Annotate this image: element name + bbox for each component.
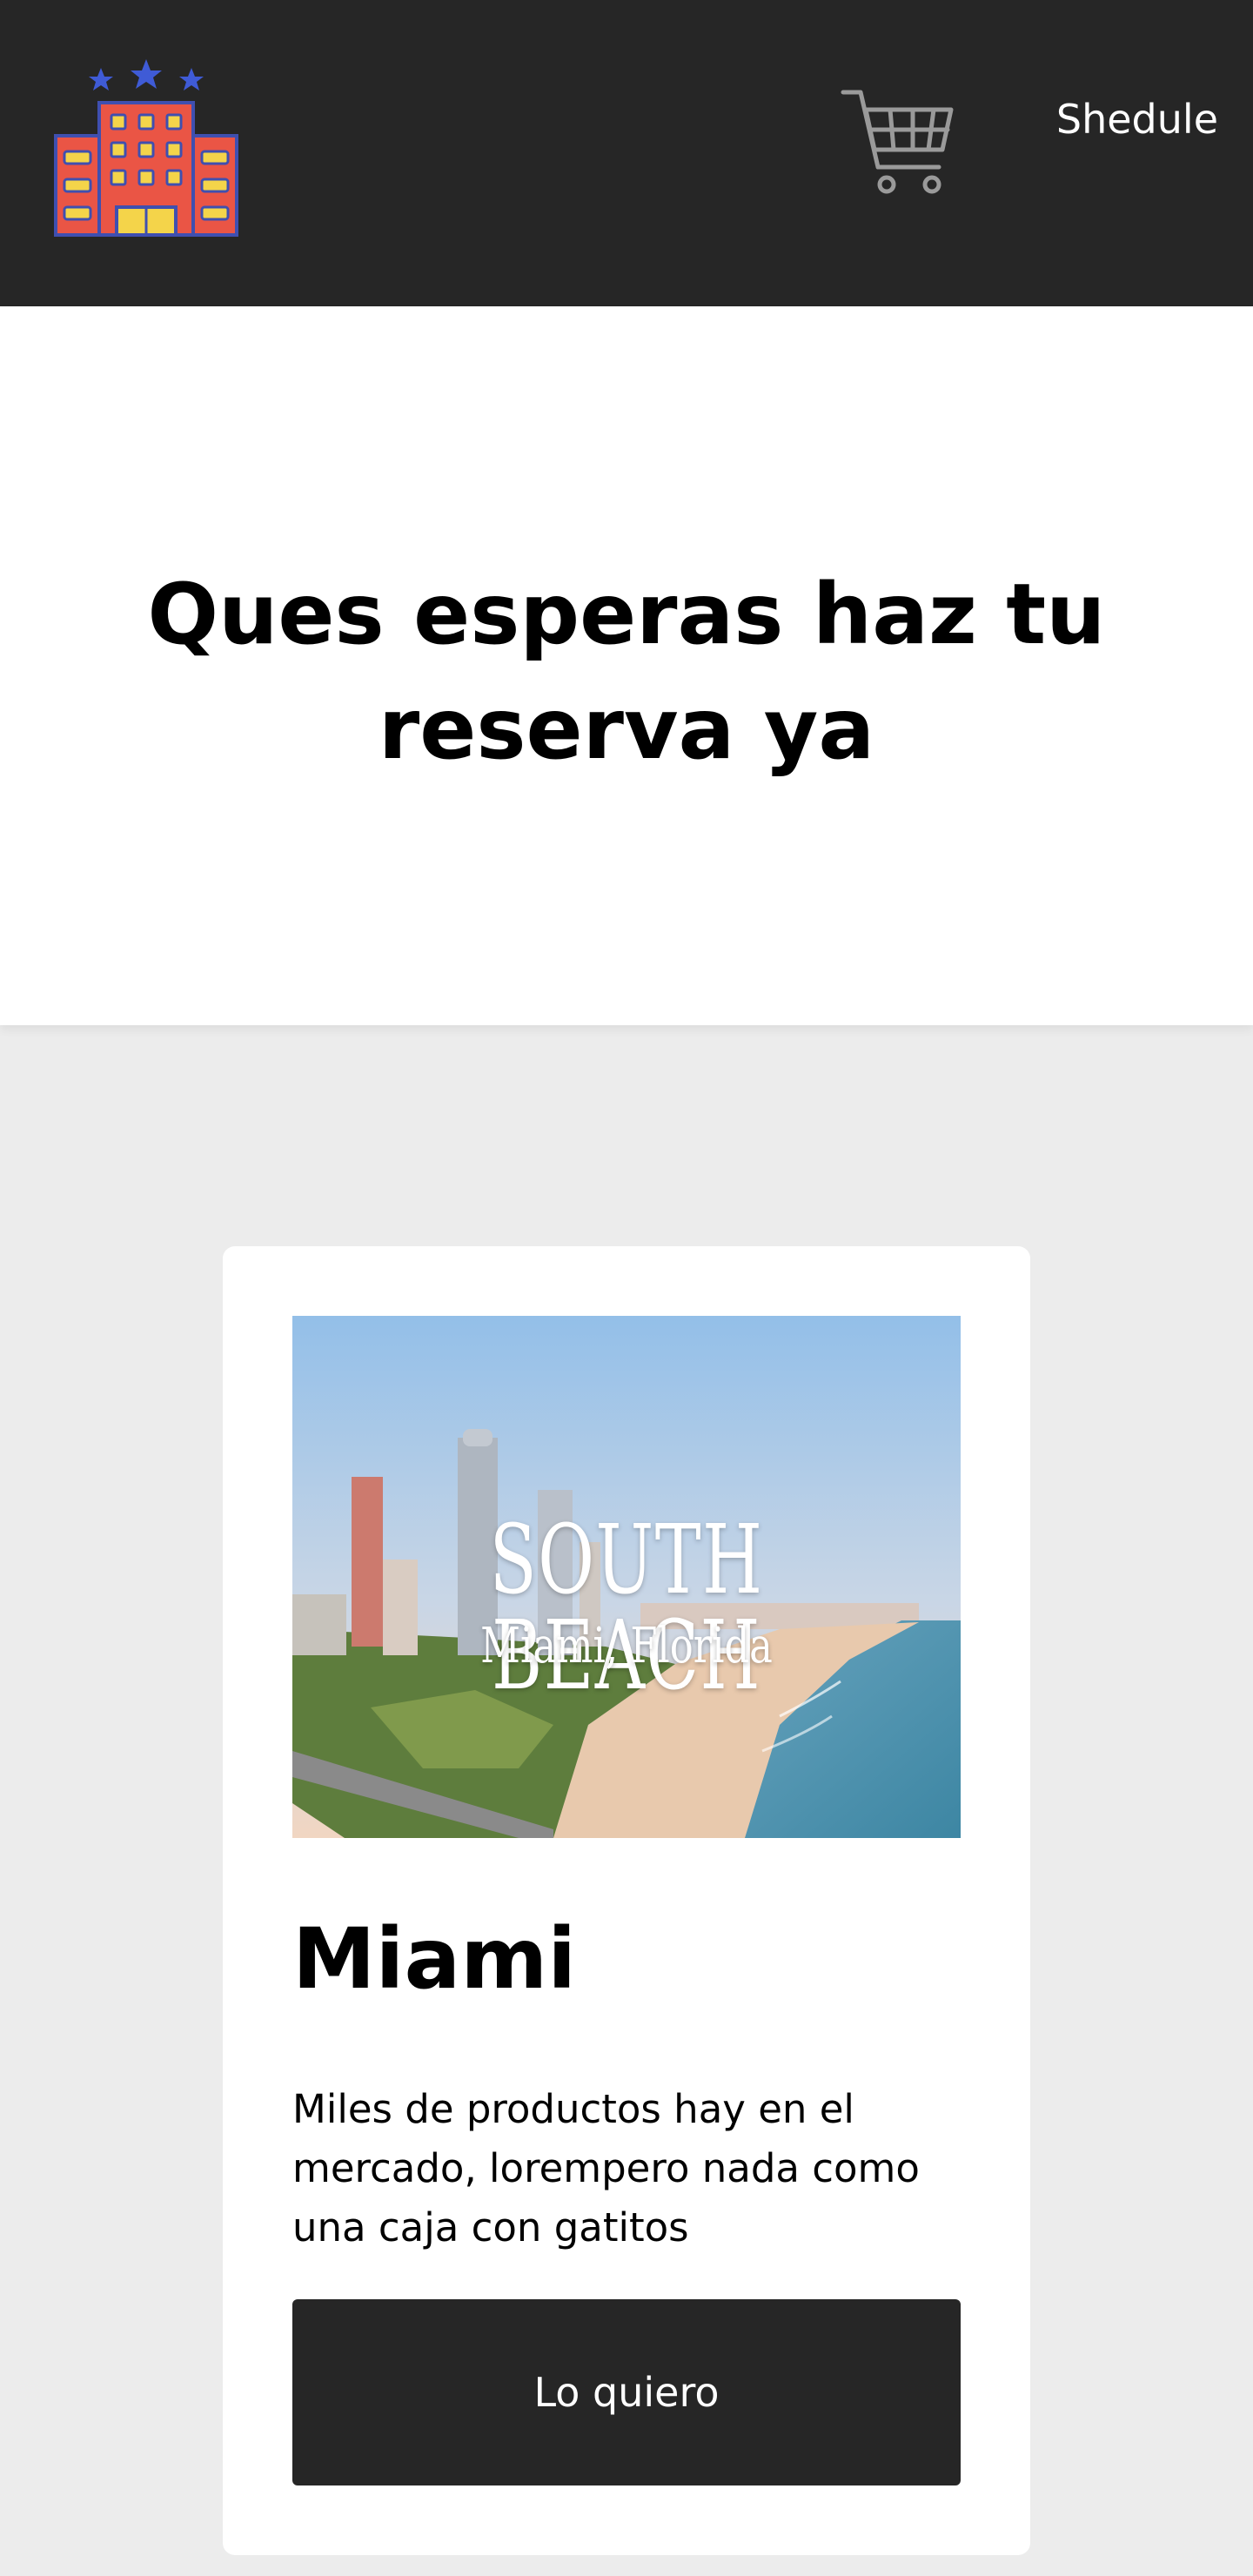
shopping-cart-icon[interactable]: [840, 87, 957, 200]
image-title: SOUTH BEACH: [489, 1504, 764, 1711]
hotel-logo-icon[interactable]: [50, 57, 242, 237]
hero-section: Ques esperas haz tu reserva ya: [0, 306, 1253, 1025]
nav-link-schedule[interactable]: Shedule: [1056, 96, 1218, 143]
hero-title: Ques esperas haz tu reserva ya: [147, 566, 1106, 778]
card-title: Miami: [292, 1910, 577, 2008]
card-description: Miles de productos hay en el mercado, lo…: [292, 2086, 920, 2251]
image-subtitle: Miami, Florida: [480, 1618, 773, 1674]
lo-quiero-button[interactable]: Lo quiero: [292, 2299, 961, 2485]
destination-image: SOUTH BEACH Miami, Florida: [292, 1316, 961, 1838]
destination-card: SOUTH BEACH Miami, Florida Miami Miles d…: [223, 1246, 1030, 2555]
site-header: Shedule: [0, 0, 1253, 306]
